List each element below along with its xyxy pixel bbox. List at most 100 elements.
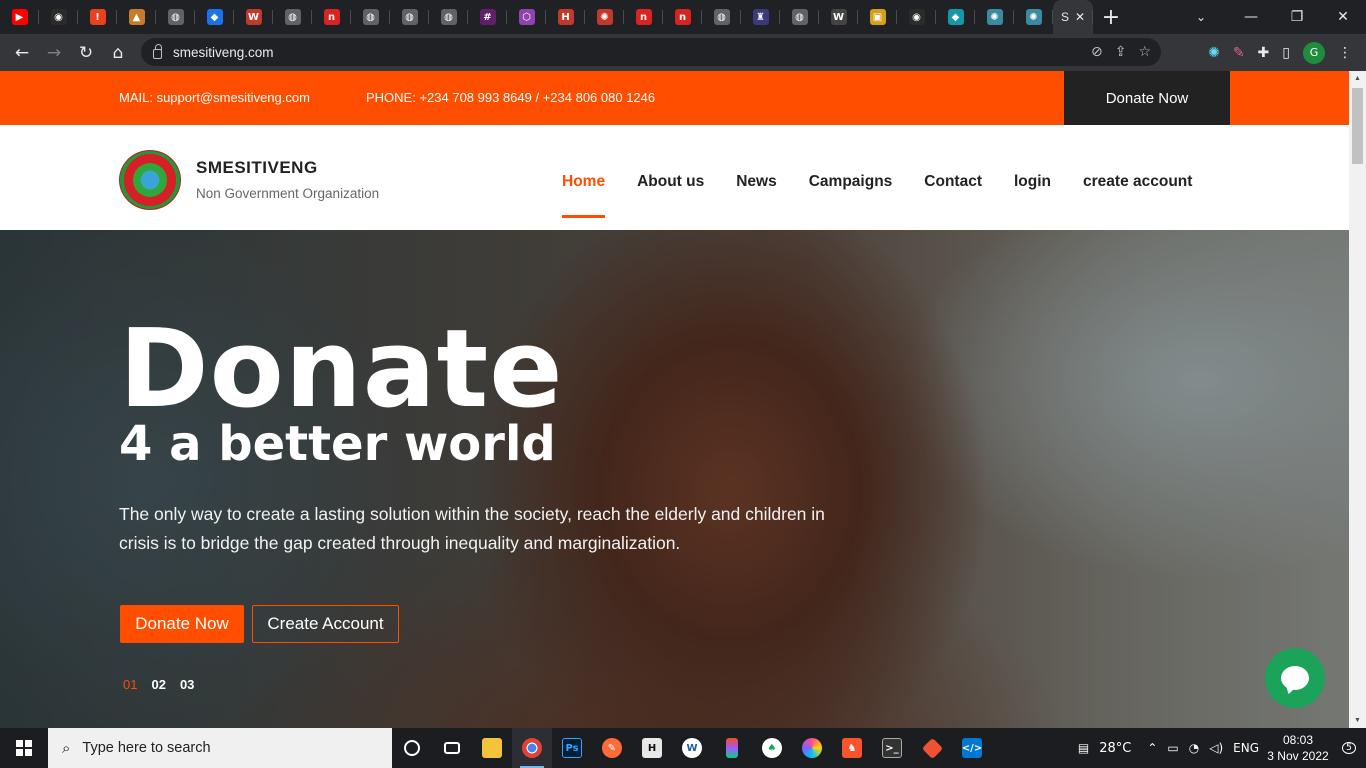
browser-tab[interactable]: ◍ [156, 0, 195, 34]
weather-temperature[interactable]: 28°C [1094, 741, 1136, 756]
browser-tab[interactable]: n [624, 0, 663, 34]
nav-login[interactable]: login [1014, 173, 1051, 191]
chat-widget-button[interactable] [1265, 648, 1325, 708]
reload-icon[interactable]: ↻ [70, 37, 102, 69]
mongodb-icon[interactable]: ♠ [752, 728, 792, 768]
browser-tab[interactable]: ◍ [702, 0, 741, 34]
browser-tab-active[interactable]: S ✕ [1053, 0, 1093, 34]
extensions-area: ✺ ✎ ✚ ▯ G ⋮ [1208, 34, 1352, 71]
side-panel-icon[interactable]: ▯ [1282, 45, 1290, 61]
git-icon[interactable] [912, 728, 952, 768]
browser-tab[interactable]: ! [78, 0, 117, 34]
terminal-icon[interactable]: >_ [872, 728, 912, 768]
browser-tab[interactable]: ▣ [858, 0, 897, 34]
browser-tab[interactable]: ◍ [390, 0, 429, 34]
browser-tab[interactable]: H [546, 0, 585, 34]
wifi-icon[interactable]: ◔ [1184, 741, 1204, 755]
brave-icon[interactable]: ♞ [832, 728, 872, 768]
browser-tab[interactable]: n [312, 0, 351, 34]
nav-contact[interactable]: Contact [924, 173, 982, 191]
clock[interactable]: 08:03 3 Nov 2022 [1264, 732, 1332, 764]
taskbar-search-box[interactable]: ⌕ Type here to search [48, 728, 392, 768]
browser-tab[interactable]: W [234, 0, 273, 34]
colorful-app-icon[interactable] [792, 728, 832, 768]
globe-icon: ◍ [362, 9, 379, 25]
home-icon[interactable]: ⌂ [102, 37, 134, 69]
hero-donate-button[interactable]: Donate Now [120, 605, 244, 643]
browser-tab[interactable]: ◆ [936, 0, 975, 34]
chrome-taskbar-icon[interactable] [512, 728, 552, 768]
color-picker-icon[interactable]: ✎ [1233, 45, 1245, 61]
browser-tab[interactable]: ◉ [897, 0, 936, 34]
browser-tab[interactable]: ◍ [351, 0, 390, 34]
nav-home[interactable]: Home [562, 173, 606, 218]
w-app-icon[interactable]: W [672, 728, 712, 768]
react-devtools-icon[interactable]: ✺ [1208, 45, 1220, 61]
profile-avatar[interactable]: G [1303, 41, 1325, 64]
browser-tab[interactable]: ✺ [585, 0, 624, 34]
menu-kebab-icon[interactable]: ⋮ [1338, 45, 1352, 61]
language-indicator[interactable]: ENG [1228, 741, 1264, 755]
bookmark-star-icon[interactable]: ☆ [1138, 44, 1151, 60]
task-view-icon[interactable] [432, 728, 472, 768]
eye-off-icon[interactable]: ⊘ [1091, 44, 1103, 60]
nav-about-us[interactable]: About us [637, 173, 704, 191]
tray-chevron-icon[interactable]: ⌃ [1142, 741, 1162, 755]
slide-dot-3[interactable]: 03 [180, 677, 194, 692]
browser-tab[interactable]: n [663, 0, 702, 34]
browser-tab[interactable]: ◍ [780, 0, 819, 34]
tab-search-chevron-icon[interactable]: ⌄ [1186, 0, 1216, 34]
browser-tab[interactable]: ◆ [195, 0, 234, 34]
extensions-puzzle-icon[interactable]: ✚ [1258, 45, 1270, 61]
hero-create-account-button[interactable]: Create Account [252, 605, 399, 643]
topbar-donate-button[interactable]: Donate Now [1064, 71, 1230, 125]
vscode-icon[interactable]: </> [952, 728, 992, 768]
file-explorer-icon[interactable] [472, 728, 512, 768]
postman-icon[interactable]: ✎ [592, 728, 632, 768]
brand-name[interactable]: SMESITIVENG [196, 158, 318, 178]
slide-dot-1[interactable]: 01 [123, 677, 137, 692]
nav-create-account[interactable]: create account [1083, 173, 1192, 191]
close-window-button[interactable]: ✕ [1320, 0, 1366, 34]
browser-tab[interactable]: ◉ [39, 0, 78, 34]
new-tab-icon[interactable]: + [1093, 0, 1129, 34]
close-tab-icon[interactable]: ✕ [1075, 10, 1085, 24]
photoshop-icon[interactable]: Ps [552, 728, 592, 768]
browser-tab[interactable]: ✺ [1014, 0, 1053, 34]
browser-tab[interactable]: ▶ [0, 0, 39, 34]
lock-icon[interactable] [153, 44, 162, 59]
browser-tab[interactable]: ◍ [273, 0, 312, 34]
share-icon[interactable]: ⇪ [1115, 44, 1127, 60]
browser-tab[interactable]: ⬡ [507, 0, 546, 34]
minimize-button[interactable]: — [1228, 0, 1274, 34]
back-arrow-icon[interactable]: ← [6, 37, 38, 69]
scrollbar-thumb[interactable] [1352, 88, 1363, 164]
forward-arrow-icon[interactable]: → [38, 37, 70, 69]
browser-tab[interactable]: ✺ [975, 0, 1014, 34]
browser-tab[interactable]: # [468, 0, 507, 34]
weather-icon[interactable]: ▤ [1073, 741, 1094, 755]
browser-tab[interactable]: ◍ [429, 0, 468, 34]
browser-tab[interactable]: W [819, 0, 858, 34]
organization-logo[interactable] [119, 150, 181, 210]
notification-center-icon[interactable]: 5 [1332, 742, 1366, 754]
browser-tab[interactable]: ▲ [117, 0, 156, 34]
contact-mail[interactable]: MAIL: support@smesitiveng.com [119, 90, 310, 105]
start-button[interactable] [0, 728, 48, 768]
n-icon: n [674, 9, 691, 25]
slide-dot-2[interactable]: 02 [151, 677, 165, 692]
battery-icon[interactable]: ▭ [1162, 741, 1183, 755]
nav-campaigns[interactable]: Campaigns [809, 173, 893, 191]
address-bar[interactable]: smesitiveng.com ⊘ ⇪ ☆ [141, 38, 1161, 66]
url-text[interactable]: smesitiveng.com [173, 45, 274, 60]
nav-news[interactable]: News [736, 173, 777, 191]
restore-button[interactable]: ❐ [1274, 0, 1320, 34]
volume-icon[interactable]: ◁) [1204, 741, 1228, 755]
figma-icon[interactable] [712, 728, 752, 768]
scroll-up-icon[interactable]: ▲ [1349, 71, 1366, 86]
scroll-down-icon[interactable]: ▼ [1349, 713, 1366, 728]
cortana-icon[interactable] [392, 728, 432, 768]
page-scrollbar[interactable]: ▲ ▼ [1349, 71, 1366, 728]
h-app-icon[interactable]: H [632, 728, 672, 768]
browser-tab[interactable]: ♜ [741, 0, 780, 34]
